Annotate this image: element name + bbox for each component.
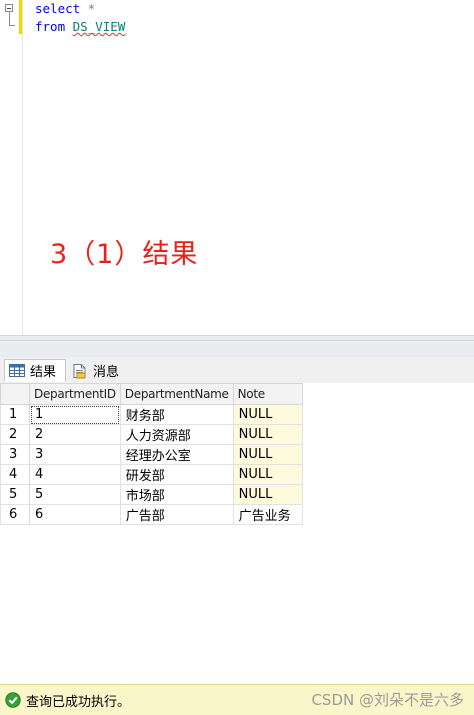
cell-departmentid[interactable]: 6 <box>29 504 121 525</box>
cell-note[interactable]: NULL <box>232 404 303 425</box>
cell-departmentid[interactable]: 2 <box>29 424 121 445</box>
table-row: 4 4 研发部 NULL <box>0 464 303 485</box>
table-row: 6 6 广告部 广告业务 <box>0 504 303 525</box>
tab-results-label: 结果 <box>30 365 57 380</box>
tab-messages[interactable]: 消息 <box>68 359 126 382</box>
code-line-2[interactable]: from DS_VIEW <box>35 19 125 35</box>
success-check-icon <box>5 692 21 708</box>
tab-results[interactable]: 结果 <box>4 359 66 382</box>
code-line-1[interactable]: select * <box>35 1 95 17</box>
grid-corner-cell[interactable] <box>0 383 30 405</box>
table-row: 5 5 市场部 NULL <box>0 484 303 505</box>
row-number[interactable]: 4 <box>0 464 30 485</box>
pane-splitter[interactable] <box>0 340 474 358</box>
grid-icon <box>9 364 25 377</box>
row-number[interactable]: 6 <box>0 504 30 525</box>
sql-view-identifier: DS_VIEW <box>72 19 126 34</box>
table-row: 2 2 人力资源部 NULL <box>0 424 303 445</box>
outline-line <box>9 12 10 26</box>
results-tab-strip: 结果 消息 <box>0 357 474 384</box>
status-bar: 查询已成功执行。 CSDN @刘朵不是六多 <box>0 684 474 715</box>
tab-messages-label: 消息 <box>93 365 120 380</box>
column-header-note[interactable]: Note <box>232 383 303 405</box>
messages-icon <box>73 363 86 378</box>
cell-departmentname[interactable]: 广告部 <box>119 504 234 525</box>
row-number[interactable]: 3 <box>0 444 30 465</box>
editor-gutter-separator <box>22 0 23 338</box>
sql-keyword-select: select <box>35 1 81 16</box>
sql-keyword-from: from <box>35 19 66 34</box>
row-number[interactable]: 1 <box>0 404 30 425</box>
cell-departmentname[interactable]: 市场部 <box>119 484 234 505</box>
row-number[interactable]: 2 <box>0 424 30 445</box>
row-number[interactable]: 5 <box>0 484 30 505</box>
table-row: 1 1 财务部 NULL <box>0 404 303 425</box>
cell-note[interactable]: NULL <box>232 424 303 445</box>
cell-departmentid[interactable]: 1 <box>29 404 121 425</box>
result-annotation: 3（1）结果 <box>50 239 199 270</box>
sql-star: * <box>80 1 96 16</box>
collapse-toggle-icon[interactable] <box>5 4 13 12</box>
cell-departmentname[interactable]: 人力资源部 <box>119 424 234 445</box>
cell-departmentname[interactable]: 研发部 <box>119 464 234 485</box>
cell-departmentid[interactable]: 5 <box>29 484 121 505</box>
grid-header-row: DepartmentID DepartmentName Note <box>0 383 303 405</box>
table-row: 3 3 经理办公室 NULL <box>0 444 303 465</box>
results-grid: DepartmentID DepartmentName Note 1 1 财务部… <box>0 383 303 525</box>
column-header-departmentname[interactable]: DepartmentName <box>119 383 234 405</box>
watermark-text: CSDN @刘朵不是六多 <box>311 691 464 709</box>
cell-note[interactable]: NULL <box>232 464 303 485</box>
results-grid-area[interactable]: DepartmentID DepartmentName Note 1 1 财务部… <box>0 383 474 683</box>
cell-departmentname[interactable]: 财务部 <box>119 404 234 425</box>
cell-departmentid[interactable]: 3 <box>29 444 121 465</box>
column-header-departmentid[interactable]: DepartmentID <box>29 383 121 405</box>
cell-departmentname[interactable]: 经理办公室 <box>119 444 234 465</box>
cell-departmentid[interactable]: 4 <box>29 464 121 485</box>
cell-note[interactable]: NULL <box>232 444 303 465</box>
query-editor[interactable]: select * from DS_VIEW 3（1）结果 <box>0 0 474 340</box>
cell-note[interactable]: NULL <box>232 484 303 505</box>
outline-line-end <box>9 25 15 26</box>
status-message: 查询已成功执行。 <box>26 695 131 710</box>
cell-note[interactable]: 广告业务 <box>232 504 303 525</box>
